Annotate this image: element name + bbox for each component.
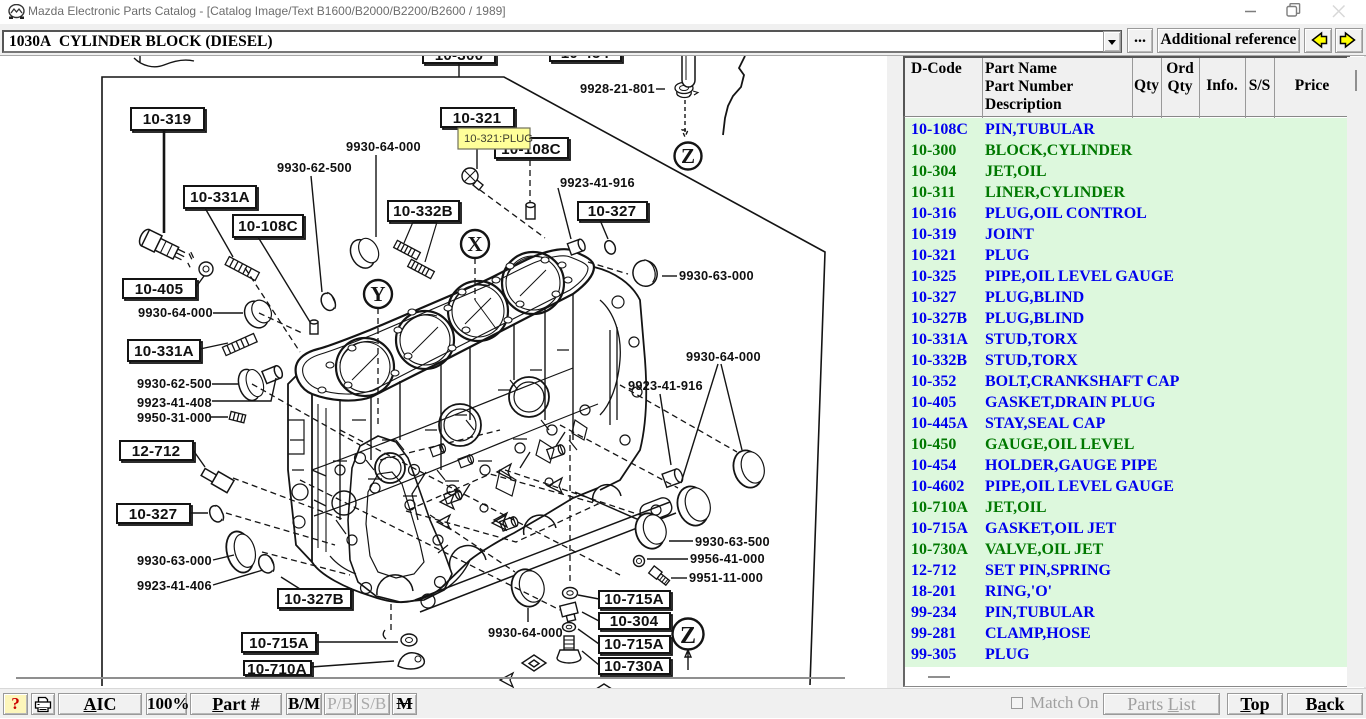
svg-text:9930-63-000: 9930-63-000	[679, 268, 754, 283]
svg-text:9951-11-000: 9951-11-000	[689, 570, 763, 585]
svg-text:10-715A: 10-715A	[249, 635, 309, 652]
svg-text:10-710A: 10-710A	[247, 661, 307, 678]
svg-text:10-304: 10-304	[610, 613, 659, 630]
svg-text:9923-41-916: 9923-41-916	[560, 175, 635, 190]
svg-text:10-300: 10-300	[435, 56, 484, 64]
svg-text:9930-64-000: 9930-64-000	[138, 305, 213, 320]
svg-text:9930-64-000: 9930-64-000	[488, 625, 563, 640]
svg-text:10-715A: 10-715A	[604, 591, 664, 608]
svg-text:10-321: 10-321	[453, 110, 502, 127]
svg-text:12-712: 12-712	[132, 443, 181, 460]
svg-text:9930-63-500: 9930-63-500	[695, 534, 770, 549]
svg-text:10-715A: 10-715A	[604, 636, 664, 653]
svg-text:10-327: 10-327	[588, 203, 637, 220]
svg-text:10-327B: 10-327B	[284, 591, 344, 608]
svg-text:10-454: 10-454	[561, 56, 610, 62]
svg-text:9930-63-000: 9930-63-000	[137, 553, 212, 568]
svg-text:Y: Y	[370, 282, 385, 306]
svg-text:10-332B: 10-332B	[393, 203, 453, 220]
svg-text:10-327: 10-327	[129, 506, 178, 523]
svg-text:9930-64-000: 9930-64-000	[346, 139, 421, 154]
svg-text:9930-62-500: 9930-62-500	[277, 160, 352, 175]
svg-text:9950-31-000: 9950-31-000	[137, 410, 212, 425]
svg-text:9923-41-916: 9923-41-916	[628, 378, 703, 393]
svg-text:10-730A: 10-730A	[604, 658, 664, 675]
svg-text:10-319: 10-319	[143, 111, 192, 128]
svg-text:10-405: 10-405	[135, 281, 184, 298]
svg-text:9930-64-000: 9930-64-000	[686, 349, 761, 364]
svg-text:10-108C: 10-108C	[238, 218, 298, 235]
svg-text:10-331A: 10-331A	[190, 189, 250, 206]
svg-text:Z: Z	[680, 623, 696, 649]
svg-text:9923-41-408: 9923-41-408	[137, 395, 212, 410]
svg-text:10-321:PLUG: 10-321:PLUG	[464, 133, 533, 145]
svg-text:X: X	[467, 232, 482, 256]
svg-text:9923-41-406: 9923-41-406	[137, 578, 212, 593]
svg-text:Z: Z	[681, 144, 695, 168]
svg-text:9956-41-000: 9956-41-000	[690, 551, 765, 566]
svg-text:9930-62-500: 9930-62-500	[137, 376, 212, 391]
svg-text:9928-21-801: 9928-21-801	[580, 81, 655, 96]
svg-text:10-331A: 10-331A	[134, 343, 194, 360]
